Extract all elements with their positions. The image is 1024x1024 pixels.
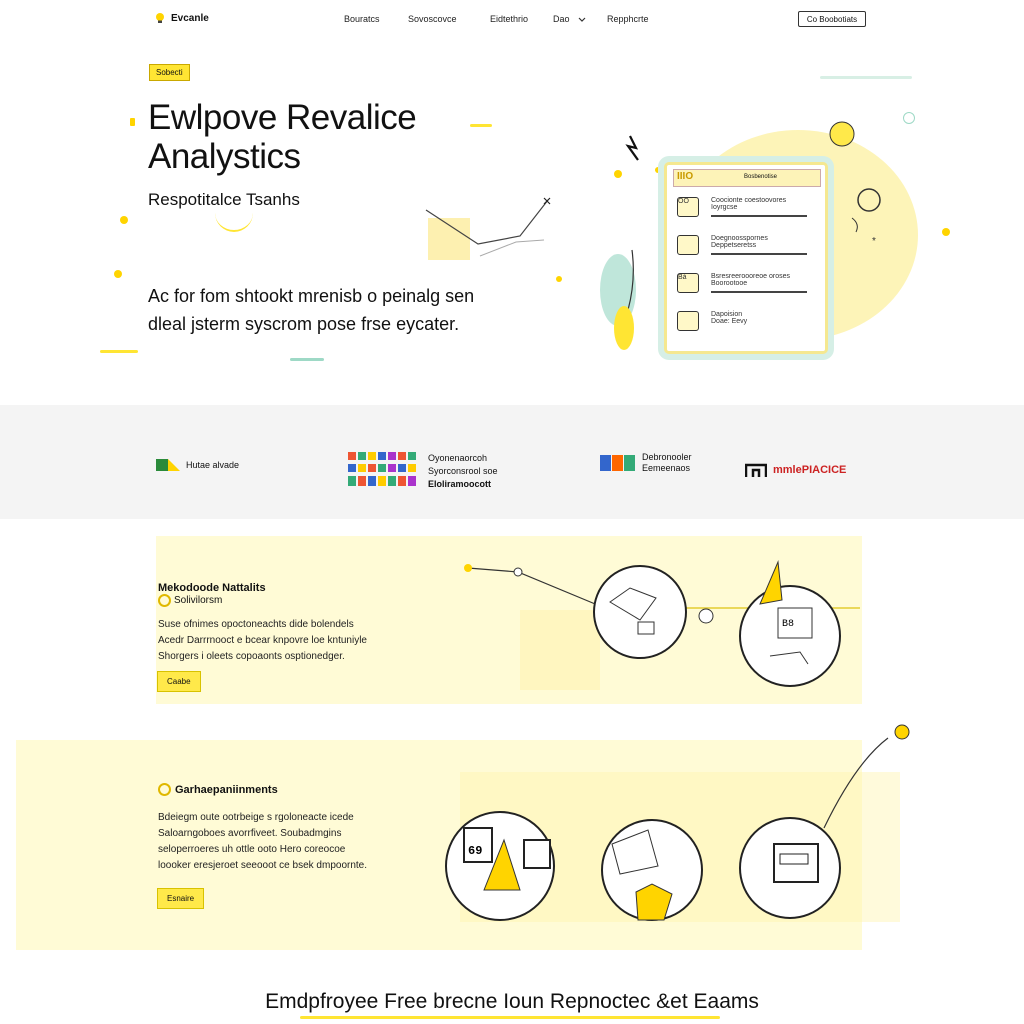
dashboard-row-subtitle: Doae: Eevy [711, 318, 748, 325]
hero-description: Ac for fom shtookt mrenisb o peinalg sen… [148, 282, 528, 338]
partner-logo-3[interactable]: Debronooler Eemeenaos [600, 452, 692, 474]
decorative-dot [942, 228, 950, 236]
hero-description-line-2: dleal jsterm syscrom pose frse eycater. [148, 314, 460, 334]
chevron-down-icon[interactable] [578, 17, 586, 23]
partner-name: Oyonenaorcoh [428, 453, 488, 463]
hero-subtitle: Respotitalce Tsanhs [148, 190, 300, 209]
nav-link-3[interactable]: Eidtethrio [490, 14, 528, 24]
hero-title: Ewlpove Revalice Analystics [148, 98, 417, 176]
feature-2-button[interactable]: Esnaire [157, 888, 205, 909]
feature-1-description-line: Acedr Darrrnooct e bcear knpovre loe knt… [158, 635, 367, 646]
partner-tagline: Syorconsrool soe [428, 466, 498, 476]
partner-tagline: Eemeenaos [642, 463, 691, 473]
dashboard-card-header-text: Bosbenotise [744, 174, 778, 180]
feature-1-heading: Mekodoode Nattalits Solivilorsm [158, 582, 266, 607]
partner-name: Debronooler [642, 452, 692, 462]
dashboard-row: Bå Bsresreeroooreoe oroses Boorootooe [673, 269, 819, 297]
dashboard-row-title: Dapoision [711, 311, 743, 318]
closing-headline: Emdpfroyee Free brecne Ioun Repnoctec &e… [265, 990, 759, 1013]
feature-1-button[interactable]: Caabe [157, 671, 201, 692]
feature-2-title: Garhaepaniinments [175, 783, 278, 796]
decorative-dash [820, 76, 912, 79]
dashboard-card-illustration: IIIO Bosbenotise OO Coocionte coestoovor… [664, 162, 828, 354]
brand-name: Evcanle [171, 12, 209, 24]
decorative-underline [300, 1016, 720, 1019]
line-chart-sketch [425, 197, 551, 260]
partner-name: Hutae alvade [186, 460, 240, 470]
lightbulb-icon [156, 13, 164, 23]
feature-1-description-line: Shorgers i oleets copoaonts osptionedger… [158, 651, 345, 662]
decorative-dot [120, 216, 128, 224]
svg-text:*: * [872, 236, 876, 247]
decorative-dot [556, 276, 562, 282]
partner-arch-icon [745, 463, 767, 477]
dashboard-row-subtitle: Boorootooe [711, 280, 748, 287]
decorative-dash [100, 350, 138, 353]
decorative-dot [114, 270, 122, 278]
dashboard-row: Dapoision Doae: Eevy [673, 307, 819, 335]
dashboard-card-header: IIIO Bosbenotise [673, 169, 821, 187]
dashboard-row: OO Coocionte coestoovores Ioyrgcse [673, 193, 819, 221]
partner-logos-band [0, 405, 1024, 519]
hero-title-line-2: Analystics [148, 137, 301, 176]
feature-2-description-line: loooker eresjeroet seeooot ce bsek dmpoo… [158, 860, 368, 871]
partner-mosaic-icon [348, 452, 416, 486]
feature-2-description-line: seloperroeres uh ottle ooto Hero coreoco… [158, 844, 346, 855]
decorative-arc [215, 212, 253, 232]
feature-1-description-line: Suse ofnimes opoctoneachts dide bolendel… [158, 619, 354, 630]
feature-2-description: Bdeiegm oute ootrbeige s rgoloneacte ice… [158, 810, 428, 874]
dashboard-row-title: Doegnoosspornes [711, 235, 768, 242]
svg-text:69: 69 [468, 844, 482, 858]
process-flow-illustration: B8 [464, 560, 860, 690]
feature-2-description-line: Bdeiegm oute ootrbeige s rgoloneacte ice… [158, 812, 354, 823]
partner-blocks-icon [600, 455, 635, 471]
feature-1-description: Suse ofnimes opoctoneachts dide bolendel… [158, 617, 428, 665]
decorative-dot [130, 118, 135, 126]
decorative-dash [470, 124, 492, 127]
decorative-dash [290, 358, 324, 361]
circle-icon [158, 783, 171, 796]
nav-link-4[interactable]: Dao [553, 14, 570, 24]
dashboard-row-icon: OO [677, 197, 699, 217]
chart-icon [677, 235, 699, 255]
circle-icon [158, 594, 171, 607]
dashboard-row-subtitle: Ioyrgcse [711, 204, 738, 211]
hero-badge: Sobecti [149, 64, 190, 81]
feature-2-description-line: Saloarngoboes avorrfiveet. Soubadmgins [158, 828, 342, 839]
partner-mark-icon [156, 459, 180, 471]
team-collaboration-illustration: 69 [445, 724, 910, 922]
feature-1-title: Mekodoode Nattalits [158, 582, 266, 594]
hero-title-line-1: Ewlpove Revalice [148, 98, 417, 137]
feature-2-heading: Garhaepaniinments [158, 783, 278, 796]
dashboard-row-title: Coocionte coestoovores [711, 197, 787, 204]
dashboard-row: Doegnoosspornes Deppetseretss [673, 231, 819, 259]
nav-link-2[interactable]: Sovoscovce [408, 14, 457, 24]
hero-description-line-1: Ac for fom shtookt mrenisb o peinalg sen [148, 286, 475, 306]
header-cta-button[interactable]: Co Boobotiats [798, 11, 866, 27]
partner-name: mmlePIACICE [773, 464, 847, 476]
partner-logo-4[interactable]: mmlePIACICE [745, 463, 846, 477]
brand-logo[interactable]: Evcanle [154, 12, 209, 24]
dashboard-row-icon: Bå [677, 273, 699, 293]
partner-logo-2-text: Oyonenaorcoh Syorconsrool soe Eloliramoo… [428, 452, 498, 491]
partner-logo-1[interactable]: Hutae alvade [156, 459, 239, 471]
partner-name-extra: Eloliramoocott [428, 479, 492, 489]
nav-link-5[interactable]: Repphcrte [607, 14, 649, 24]
svg-text:B8: B8 [782, 619, 794, 630]
calendar-icon [677, 311, 699, 331]
dashboard-row-title: Bsresreeroooreoe oroses [711, 273, 790, 280]
feature-1-subtitle: Solivilorsm [174, 595, 223, 606]
nav-link-1[interactable]: Bouratcs [344, 14, 380, 24]
dashboard-row-subtitle: Deppetseretss [711, 242, 757, 249]
dashboard-card-tag: IIIO [677, 171, 694, 182]
partner-logo-2[interactable] [348, 452, 420, 493]
